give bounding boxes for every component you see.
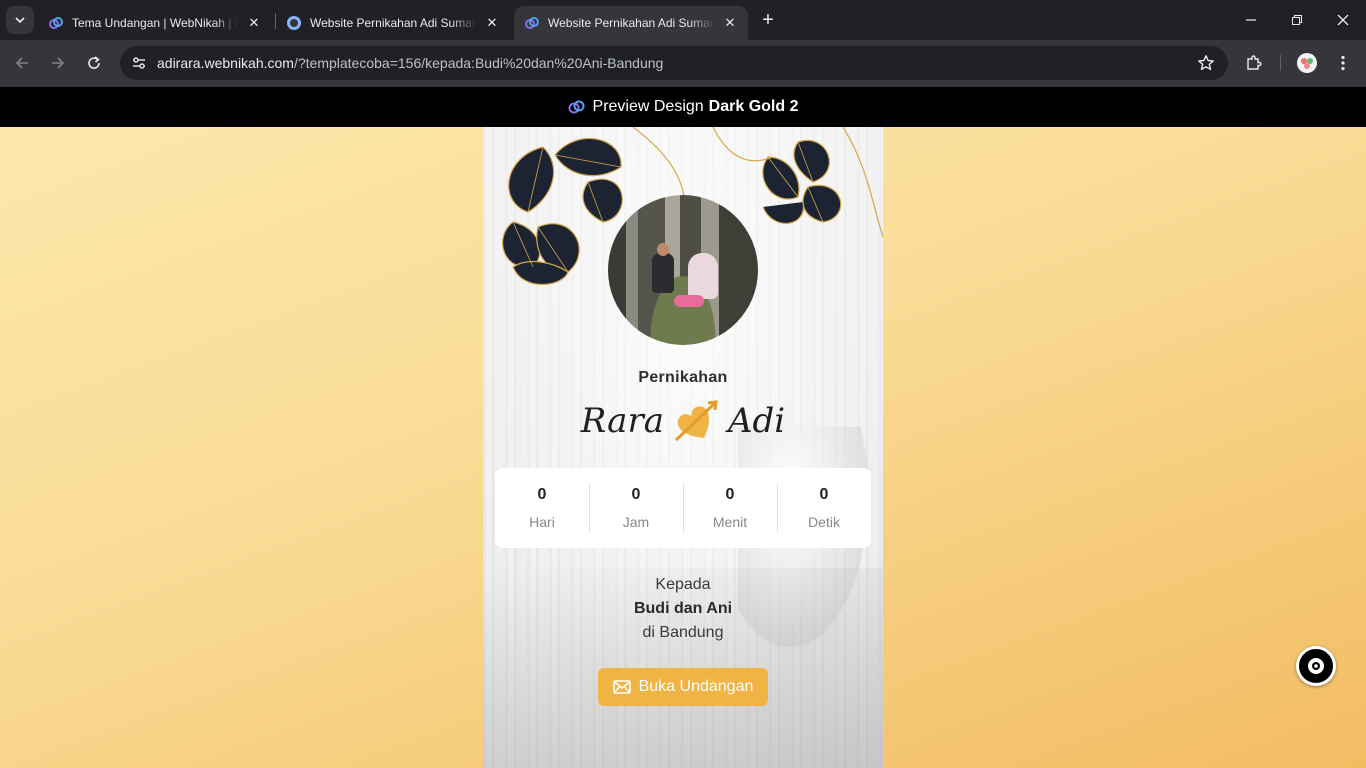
countdown-label: Menit (712, 514, 748, 530)
open-invitation-button[interactable]: Buka Undangan (598, 668, 768, 706)
back-button[interactable] (7, 48, 37, 78)
tab-website-pernikahan-1[interactable]: Website Pernikahan Adi Sumaryadi ✕ (276, 6, 512, 40)
tab-website-pernikahan-active[interactable]: Website Pernikahan Adi Sumaryadi ✕ (514, 6, 748, 40)
webnikah-favicon-icon (524, 15, 540, 31)
photo-groom-figure (652, 253, 674, 293)
arrow-right-icon (52, 57, 65, 69)
countdown-minutes: 0 Menit (683, 478, 777, 538)
countdown-value: 0 (725, 486, 735, 503)
bookmark-star-icon[interactable] (1196, 53, 1216, 73)
bride-name: Rara (580, 401, 664, 441)
tab-tema-undangan[interactable]: Tema Undangan | WebNikah | Buat Undangan… (38, 6, 274, 40)
couple-portrait-photo (608, 195, 758, 345)
address-bar[interactable]: adirara.webnikah.com/?templatecoba=156/k… (120, 46, 1228, 80)
heart-arrow-icon (674, 400, 718, 442)
countdown-timer: 0 Hari 0 Jam 0 Menit 0 Detik (495, 468, 871, 548)
arrow-left-icon (15, 57, 28, 69)
to-label: Kepada (655, 576, 711, 593)
preview-design-bar: Preview Design Dark Gold 2 (0, 87, 1366, 127)
site-favicon-icon (286, 15, 302, 31)
guest-location: di Bandung (642, 624, 724, 641)
countdown-value: 0 (537, 486, 547, 503)
profile-avatar[interactable] (1294, 50, 1320, 76)
envelope-icon (612, 680, 631, 694)
tab-title: Tema Undangan | WebNikah | Buat Undangan (72, 16, 238, 30)
new-tab-button[interactable]: + (756, 8, 780, 32)
wedding-subtitle: Pernikahan (638, 369, 728, 386)
groom-name: Adi (727, 401, 786, 441)
countdown-hours: 0 Jam (589, 478, 683, 538)
page-viewport: Preview Design Dark Gold 2 Pernikahan Ra… (0, 87, 1366, 768)
restore-button[interactable] (1274, 0, 1320, 40)
countdown-value: 0 (631, 486, 641, 503)
close-icon (1337, 14, 1349, 26)
open-invitation-label: Buka Undangan (638, 678, 754, 695)
puzzle-icon (1247, 55, 1262, 70)
close-tab-icon[interactable]: ✕ (246, 15, 262, 31)
site-info-icon[interactable] (124, 48, 154, 78)
profile-avatar-icon (1297, 53, 1317, 73)
countdown-value: 0 (819, 486, 829, 503)
webnikah-favicon-icon (48, 15, 64, 31)
couple-names: Rara Adi (483, 395, 883, 447)
tab-search-button[interactable] (6, 6, 34, 34)
tab-title: Website Pernikahan Adi Sumaryadi (548, 16, 714, 30)
countdown-label: Detik (808, 514, 840, 530)
minimize-button[interactable] (1228, 0, 1274, 40)
preview-label: Preview Design (592, 98, 704, 115)
minimize-icon (1246, 19, 1256, 21)
guest-greeting: Kepada Budi dan Ani di Bandung (483, 573, 883, 645)
url-text: adirara.webnikah.com/?templatecoba=156/k… (157, 55, 663, 71)
forward-button[interactable] (43, 48, 73, 78)
url-path: /?templatecoba=156/kepada:Budi%20dan%20A… (293, 55, 664, 71)
music-toggle-button[interactable] (1296, 646, 1336, 686)
more-vert-icon (1341, 55, 1345, 71)
restore-icon (1292, 15, 1302, 25)
countdown-label: Hari (529, 514, 555, 530)
countdown-label: Jam (622, 514, 650, 530)
guest-name: Budi dan Ani (633, 600, 733, 617)
chrome-menu-button[interactable] (1330, 50, 1356, 76)
chevron-down-icon (15, 17, 25, 24)
photo-groom-head (657, 243, 669, 256)
invitation-cover: Pernikahan Rara Adi 0 Hari 0 Jam 0 Menit… (483, 127, 883, 768)
reload-button[interactable] (79, 48, 109, 78)
close-tab-icon[interactable]: ✕ (484, 15, 500, 31)
preview-design-name: Dark Gold 2 (708, 98, 799, 115)
photo-flowers (674, 295, 704, 307)
tab-title: Website Pernikahan Adi Sumaryadi (310, 16, 476, 30)
browser-toolbar: adirara.webnikah.com/?templatecoba=156/k… (0, 40, 1366, 87)
countdown-seconds: 0 Detik (777, 478, 871, 538)
webnikah-logo-icon (568, 100, 585, 114)
countdown-days: 0 Hari (495, 478, 589, 538)
url-host: adirara.webnikah.com (157, 55, 294, 71)
close-window-button[interactable] (1320, 0, 1366, 40)
toolbar-divider (1280, 55, 1281, 71)
photo-bride-figure (688, 253, 718, 299)
tab-strip: Tema Undangan | WebNikah | Buat Undangan… (0, 0, 1366, 40)
close-tab-icon[interactable]: ✕ (722, 15, 738, 31)
music-disc-icon (1308, 658, 1324, 674)
extensions-button[interactable] (1241, 50, 1267, 76)
reload-icon (88, 56, 100, 69)
